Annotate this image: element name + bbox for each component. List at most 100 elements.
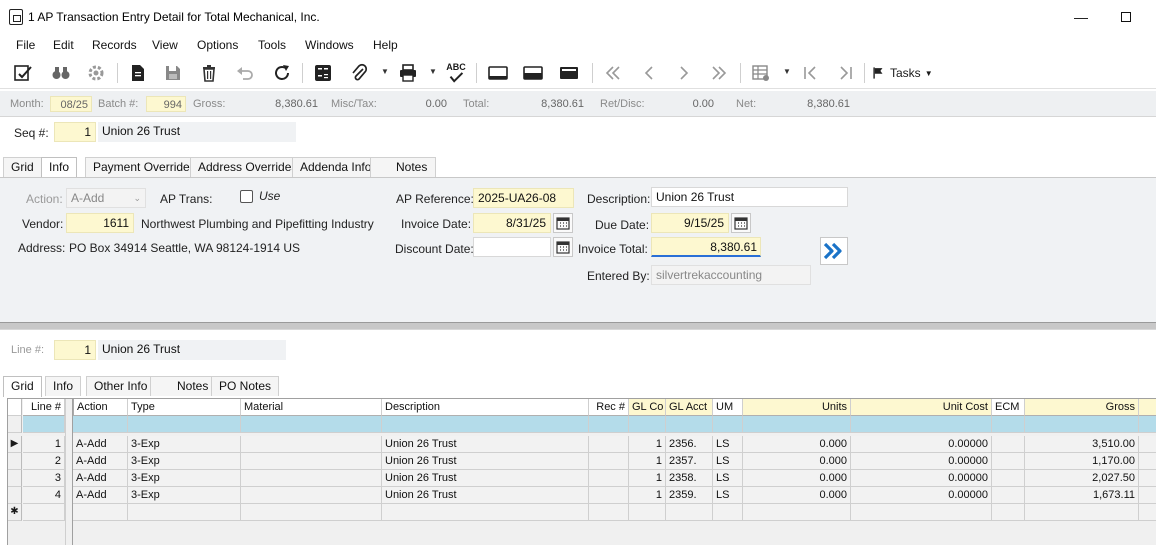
use-checkbox[interactable]: [240, 190, 253, 203]
cell-gl-acct[interactable]: 2356.: [666, 436, 713, 453]
filter-cell[interactable]: [128, 416, 241, 433]
col-gross[interactable]: Gross: [1025, 399, 1139, 416]
filter-cell[interactable]: [241, 416, 382, 433]
cell-gl-acct[interactable]: 2357.: [666, 453, 713, 470]
description-field[interactable]: Union 26 Trust: [651, 187, 848, 207]
filter-cell[interactable]: [73, 416, 128, 433]
col-um[interactable]: UM: [713, 399, 743, 416]
discount-date-calendar-icon[interactable]: [553, 237, 573, 257]
table-row[interactable]: ▶ 1 A-Add 3-Exp Union 26 Trust 1 2356. L…: [8, 436, 1156, 453]
cell-units[interactable]: 0.000: [743, 470, 851, 487]
tasks-button[interactable]: Tasks ▼: [872, 63, 933, 83]
save-icon[interactable]: [162, 62, 184, 84]
print-icon[interactable]: [397, 62, 419, 84]
line-tab-info[interactable]: Info: [45, 376, 82, 396]
table-row[interactable]: 2 A-Add 3-Exp Union 26 Trust 1 2357. LS …: [8, 453, 1156, 470]
row-selector[interactable]: [8, 470, 22, 487]
cell-gross[interactable]: 1,170.00: [1025, 453, 1139, 470]
document-icon[interactable]: [127, 62, 149, 84]
cell-gl-acct[interactable]: 2359.: [666, 487, 713, 504]
layout-1-icon[interactable]: [487, 62, 509, 84]
last-icon[interactable]: [708, 62, 730, 84]
new-cell[interactable]: [589, 504, 629, 521]
col-rec[interactable]: Rec #: [589, 399, 629, 416]
layout-3-icon[interactable]: [558, 62, 580, 84]
new-cell[interactable]: [1025, 504, 1139, 521]
tab-grid[interactable]: Grid: [3, 157, 42, 177]
cell-um[interactable]: LS: [713, 453, 743, 470]
cell-material[interactable]: [241, 470, 382, 487]
edit-icon[interactable]: [12, 62, 34, 84]
ap-reference-field[interactable]: 2025-UA26-08: [473, 188, 574, 208]
filter-cell[interactable]: [1025, 416, 1139, 433]
attach-dropdown-icon[interactable]: ▼: [381, 67, 389, 76]
col-gl-co[interactable]: GL Co: [629, 399, 666, 416]
filter-cell[interactable]: [713, 416, 743, 433]
cell-rec[interactable]: [589, 487, 629, 504]
cell-gross[interactable]: 1,673.11: [1025, 487, 1139, 504]
cell-unit-cost[interactable]: 0.00000: [851, 487, 992, 504]
col-material[interactable]: Material: [241, 399, 382, 416]
cell-unit-cost[interactable]: 0.00000: [851, 436, 992, 453]
menu-tools[interactable]: Tools: [258, 38, 286, 52]
tab-info[interactable]: Info: [41, 157, 78, 178]
cell-gross[interactable]: 2,027.50: [1025, 470, 1139, 487]
first-icon[interactable]: [602, 62, 624, 84]
table-row[interactable]: 4 A-Add 3-Exp Union 26 Trust 1 2359. LS …: [8, 487, 1156, 504]
cell-line[interactable]: 4: [23, 487, 65, 504]
layout-2-icon[interactable]: [522, 62, 544, 84]
cell-gl-co[interactable]: 1: [629, 487, 666, 504]
print-dropdown-icon[interactable]: ▼: [429, 67, 437, 76]
menu-windows[interactable]: Windows: [305, 38, 354, 52]
cell-action[interactable]: A-Add: [73, 453, 128, 470]
table-row[interactable]: 3 A-Add 3-Exp Union 26 Trust 1 2358. LS …: [8, 470, 1156, 487]
cell-ecm[interactable]: [992, 487, 1025, 504]
filter-cell[interactable]: [992, 416, 1025, 433]
cell-um[interactable]: LS: [713, 436, 743, 453]
splitter[interactable]: [0, 322, 1156, 330]
line-tab-grid[interactable]: Grid: [3, 376, 42, 397]
cell-gl-co[interactable]: 1: [629, 436, 666, 453]
start-icon[interactable]: [799, 62, 821, 84]
cell-unit-cost[interactable]: 0.00000: [851, 453, 992, 470]
cell-action[interactable]: A-Add: [73, 470, 128, 487]
cell-type[interactable]: 3-Exp: [128, 487, 241, 504]
tab-notes[interactable]: Notes: [370, 157, 437, 177]
due-date-calendar-icon[interactable]: [731, 213, 751, 233]
tab-payment-overrides[interactable]: Payment Overrides: [85, 157, 204, 177]
calculator-icon[interactable]: [312, 62, 334, 84]
action-select[interactable]: A-Add ⌄: [66, 188, 146, 208]
cell-rec[interactable]: [589, 436, 629, 453]
cell-rec[interactable]: [589, 470, 629, 487]
new-cell[interactable]: [23, 504, 65, 521]
new-cell[interactable]: [128, 504, 241, 521]
cell-description[interactable]: Union 26 Trust: [382, 453, 589, 470]
new-cell[interactable]: [713, 504, 743, 521]
cell-ecm[interactable]: [992, 470, 1025, 487]
attach-icon[interactable]: [348, 62, 370, 84]
col-action[interactable]: Action: [73, 399, 128, 416]
cell-material[interactable]: [241, 436, 382, 453]
undo-icon[interactable]: [234, 62, 256, 84]
due-date-field[interactable]: 9/15/25: [651, 213, 729, 233]
col-unit-cost[interactable]: Unit Cost: [851, 399, 992, 416]
settings-icon[interactable]: [85, 62, 107, 84]
filter-cell[interactable]: [382, 416, 589, 433]
col-line[interactable]: Line #: [23, 399, 65, 416]
discount-date-field[interactable]: [473, 237, 551, 257]
filter-cell[interactable]: [629, 416, 666, 433]
prev-icon[interactable]: [638, 62, 660, 84]
cell-units[interactable]: 0.000: [743, 453, 851, 470]
cell-units[interactable]: 0.000: [743, 436, 851, 453]
cell-type[interactable]: 3-Exp: [128, 436, 241, 453]
new-cell[interactable]: [241, 504, 382, 521]
cell-gl-co[interactable]: 1: [629, 470, 666, 487]
line-field[interactable]: 1: [54, 340, 96, 360]
cell-type[interactable]: 3-Exp: [128, 470, 241, 487]
cell-ecm[interactable]: [992, 453, 1025, 470]
cell-gross[interactable]: 3,510.00: [1025, 436, 1139, 453]
cell-material[interactable]: [241, 487, 382, 504]
vendor-field[interactable]: 1611: [66, 213, 134, 233]
cell-line[interactable]: 1: [23, 436, 65, 453]
cell-um[interactable]: LS: [713, 470, 743, 487]
